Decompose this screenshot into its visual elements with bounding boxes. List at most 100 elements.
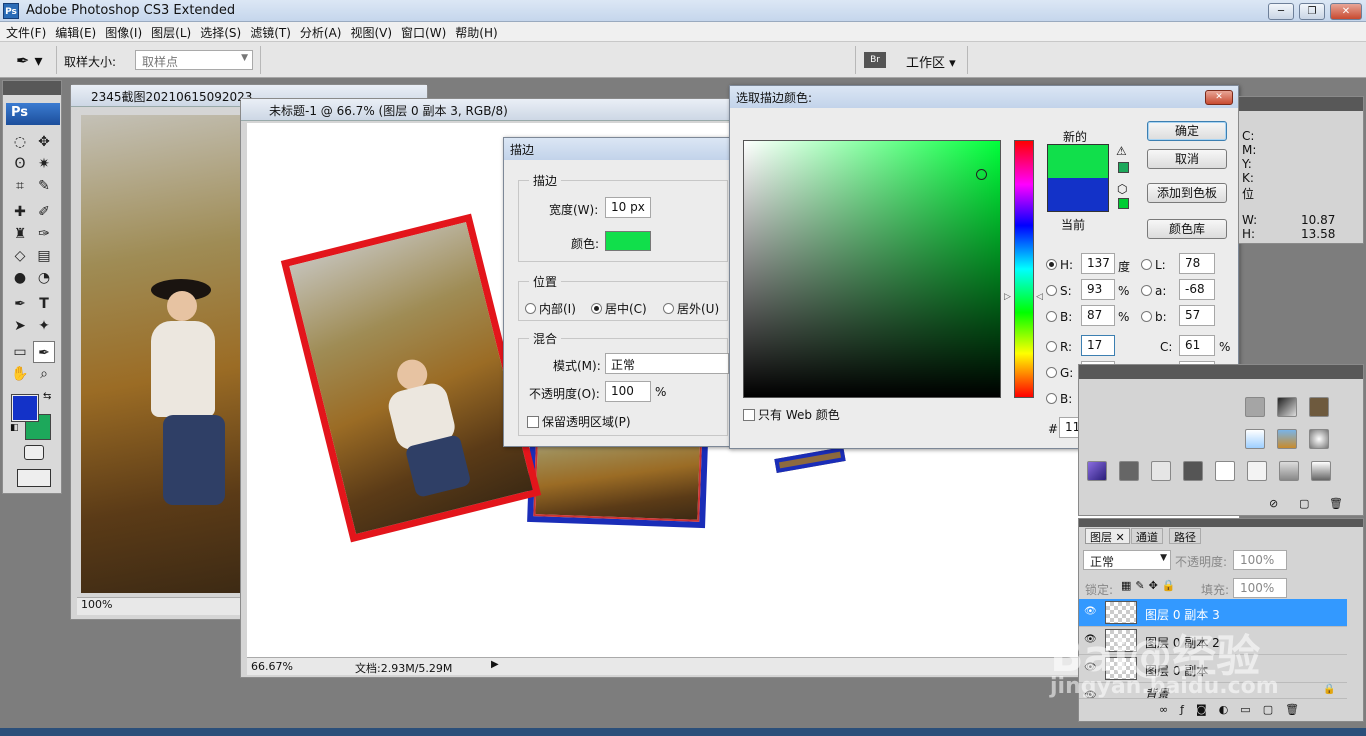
radio-g[interactable] [1046, 367, 1057, 378]
radio-inside[interactable] [525, 303, 536, 314]
menu-view[interactable]: 视图(V) [344, 22, 395, 41]
c-input[interactable]: 61 [1179, 335, 1215, 356]
hue-slider-right-arrow-icon[interactable]: ◁ [1036, 292, 1043, 302]
document-size[interactable]: 文档:2.93M/5.29M [355, 660, 452, 676]
gradient-tool-icon[interactable]: ▤ [33, 245, 55, 267]
stroke-color-swatch[interactable] [605, 231, 651, 251]
layers-panel-header[interactable] [1079, 519, 1363, 527]
eye-icon[interactable]: 👁 [1084, 606, 1098, 618]
photo-canvas-1[interactable] [81, 115, 241, 593]
style-swatch[interactable] [1247, 461, 1267, 481]
restore-button[interactable]: ❐ [1299, 3, 1325, 20]
gamut-color-chip[interactable] [1118, 162, 1129, 173]
menu-help[interactable]: 帮助(H) [449, 22, 500, 41]
radio-l[interactable] [1141, 259, 1152, 270]
swap-colors-icon[interactable]: ⇆ [43, 391, 51, 402]
bridge-icon[interactable]: Br [864, 52, 886, 68]
width-input[interactable]: 10 px [605, 197, 651, 218]
preserve-checkbox[interactable] [527, 416, 539, 428]
menu-file[interactable]: 文件(F) [0, 22, 49, 41]
b-input[interactable]: 87 [1081, 305, 1115, 326]
stamp-tool-icon[interactable]: ♜ [9, 223, 31, 245]
fill-input[interactable]: 100% [1233, 578, 1287, 598]
opacity-input[interactable]: 100 [605, 381, 651, 402]
menu-filter[interactable]: 滤镜(T) [244, 22, 294, 41]
radio-a[interactable] [1141, 285, 1152, 296]
lab-b-input[interactable]: 57 [1179, 305, 1215, 326]
style-swatch[interactable] [1309, 429, 1329, 449]
notes-tool-icon[interactable]: ▭ [9, 341, 31, 363]
radio-s[interactable] [1046, 285, 1057, 296]
style-swatch[interactable] [1245, 397, 1265, 417]
gamut-warning-icon[interactable]: ⚠ [1116, 144, 1127, 158]
radio-blue[interactable] [1046, 393, 1057, 404]
tab-layers[interactable]: 图层 ✕ [1085, 528, 1130, 544]
zoom-level[interactable]: 66.67% [251, 660, 293, 673]
crop-tool-icon[interactable]: ⌗ [9, 175, 31, 197]
lasso-tool-icon[interactable]: ʘ [9, 153, 31, 175]
color-libraries-button[interactable]: 颜色库 [1147, 219, 1227, 239]
magic-wand-icon[interactable]: ✷ [33, 153, 55, 175]
menu-layer[interactable]: 图层(L) [145, 22, 194, 41]
close-icon[interactable]: ✕ [1205, 90, 1233, 105]
slice-tool-icon[interactable]: ✎ [33, 175, 55, 197]
style-swatch[interactable] [1087, 461, 1107, 481]
ok-button[interactable]: 确定 [1147, 121, 1227, 141]
default-colors-icon[interactable]: ◧ [10, 423, 19, 433]
radio-lab-b[interactable] [1141, 311, 1152, 322]
radio-h[interactable] [1046, 259, 1057, 270]
move-tool-icon[interactable]: ✥ [33, 131, 55, 153]
minimize-button[interactable]: ─ [1268, 3, 1294, 20]
zoom-level[interactable]: 100% [77, 598, 112, 611]
style-swatch[interactable] [1245, 429, 1265, 449]
status-menu-arrow-icon[interactable]: ▶ [491, 659, 499, 670]
menu-select[interactable]: 选择(S) [194, 22, 244, 41]
hue-slider-left-arrow-icon[interactable]: ▷ [1004, 292, 1011, 302]
blur-tool-icon[interactable]: ● [9, 267, 31, 289]
close-button[interactable]: ✕ [1330, 3, 1362, 20]
menu-edit[interactable]: 编辑(E) [49, 22, 99, 41]
tab-channels[interactable]: 通道 [1131, 528, 1163, 544]
web-colors-checkbox[interactable] [743, 409, 755, 421]
h-input[interactable]: 137 [1081, 253, 1115, 274]
l-input[interactable]: 78 [1179, 253, 1215, 274]
style-swatch[interactable] [1277, 429, 1297, 449]
r-input[interactable]: 17 [1081, 335, 1115, 356]
position-outside-option[interactable]: 居外(U) [663, 300, 719, 317]
style-swatch[interactable] [1215, 461, 1235, 481]
position-inside-option[interactable]: 内部(I) [525, 300, 576, 317]
web-safe-color-chip[interactable] [1118, 198, 1129, 209]
eraser-tool-icon[interactable]: ◇ [9, 245, 31, 267]
hand-tool-icon[interactable]: ✋ [9, 363, 31, 385]
saturation-brightness-field[interactable] [743, 140, 1001, 398]
preserve-transparency-option[interactable]: 保留透明区域(P) [527, 413, 631, 430]
screen-mode-icon[interactable] [17, 469, 51, 487]
a-input[interactable]: -68 [1179, 279, 1215, 300]
path-select-icon[interactable]: ➤ [9, 315, 31, 337]
style-swatch[interactable] [1119, 461, 1139, 481]
radio-b[interactable] [1046, 311, 1057, 322]
history-brush-icon[interactable]: ✑ [33, 223, 55, 245]
style-swatch[interactable] [1309, 397, 1329, 417]
add-to-swatches-button[interactable]: 添加到色板 [1147, 183, 1227, 203]
quick-mask-icon[interactable] [24, 445, 44, 460]
hue-slider[interactable] [1014, 140, 1034, 398]
toolbox-header[interactable] [3, 81, 61, 95]
web-colors-option[interactable]: 只有 Web 颜色 [743, 406, 840, 423]
s-input[interactable]: 93 [1081, 279, 1115, 300]
lock-icons[interactable]: ▦✎✥🔒 [1121, 579, 1180, 592]
styles-panel-header[interactable] [1079, 365, 1363, 379]
new-style-icon[interactable]: ▢ [1299, 497, 1309, 510]
dodge-tool-icon[interactable]: ◔ [33, 267, 55, 289]
zoom-tool-icon[interactable]: ⌕ [33, 363, 55, 385]
marquee-tool-icon[interactable]: ◌ [9, 131, 31, 153]
foreground-color-swatch[interactable] [11, 394, 39, 422]
pen-tool-icon[interactable]: ✒ [9, 293, 31, 315]
web-safe-cube-icon[interactable]: ⬡ [1117, 182, 1127, 196]
current-color-swatch[interactable] [1047, 178, 1109, 212]
radio-r[interactable] [1046, 341, 1057, 352]
workspace-menu[interactable]: 工作区 ▾ [906, 52, 956, 71]
layer-opacity-input[interactable]: 100% [1233, 550, 1287, 570]
tab-paths[interactable]: 路径 [1169, 528, 1201, 544]
brush-tool-icon[interactable]: ✐ [33, 201, 55, 223]
